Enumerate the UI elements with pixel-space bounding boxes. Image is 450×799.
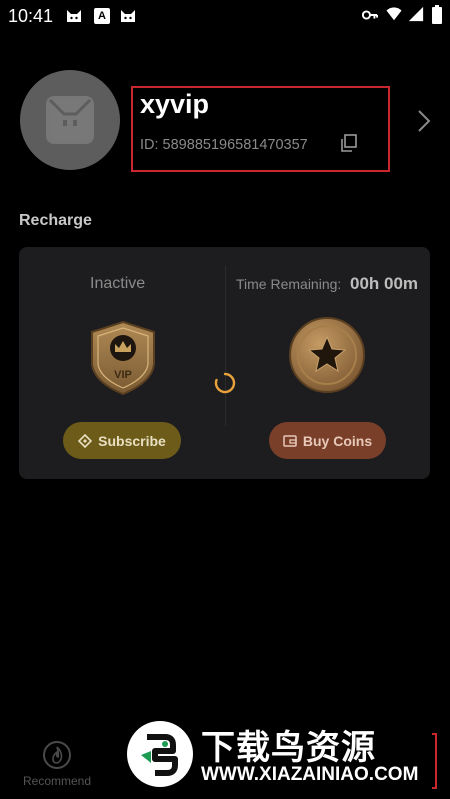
status-bar: 10:41 A <box>0 0 450 34</box>
a-icon: A <box>94 8 110 24</box>
battery-icon <box>432 5 442 24</box>
nav-item-recommend[interactable]: Recommend <box>18 740 96 790</box>
diamond-icon <box>78 433 93 448</box>
loading-spinner-icon <box>214 372 236 394</box>
buy-coins-button[interactable]: Buy Coins <box>269 422 386 459</box>
watermark-title: 下载鸟资源 <box>201 729 376 767</box>
watermark-banner: 下载鸟资源 WWW.XIAZAINIAO.COM <box>117 712 432 797</box>
nav-label-recommend: Recommend <box>22 774 92 788</box>
wallet-icon <box>283 434 297 447</box>
avatar-placeholder-icon <box>46 96 94 144</box>
cat-icon <box>67 10 81 22</box>
flame-icon <box>43 741 71 769</box>
status-time: 10:41 <box>8 6 54 26</box>
signal-icon <box>408 6 424 22</box>
watermark-url: WWW.XIAZAINIAO.COM <box>201 764 419 785</box>
coin-icon[interactable] <box>288 316 366 394</box>
vip-badge-text: VIP <box>114 369 132 381</box>
key-icon <box>362 10 378 20</box>
wifi-icon <box>386 7 402 21</box>
vip-status: Inactive <box>90 275 146 292</box>
user-id: ID: 589885196581470357 <box>140 137 308 153</box>
time-remaining-label: Time Remaining: <box>236 276 342 292</box>
copy-icon[interactable] <box>340 134 358 152</box>
bird-logo-icon <box>127 721 193 787</box>
vip-badge-icon[interactable]: VIP <box>88 320 158 396</box>
avatar[interactable] <box>20 70 120 170</box>
cat-icon <box>121 10 135 22</box>
time-remaining-value: 00h 00m <box>350 274 419 293</box>
section-title-recharge: Recharge <box>19 212 92 229</box>
subscribe-button[interactable]: Subscribe <box>63 422 181 459</box>
chevron-right-icon[interactable] <box>416 108 432 134</box>
username: xyvip <box>140 89 210 119</box>
subscribe-label: Subscribe <box>98 432 166 449</box>
card-divider <box>225 266 226 426</box>
buy-coins-label: Buy Coins <box>302 432 373 449</box>
